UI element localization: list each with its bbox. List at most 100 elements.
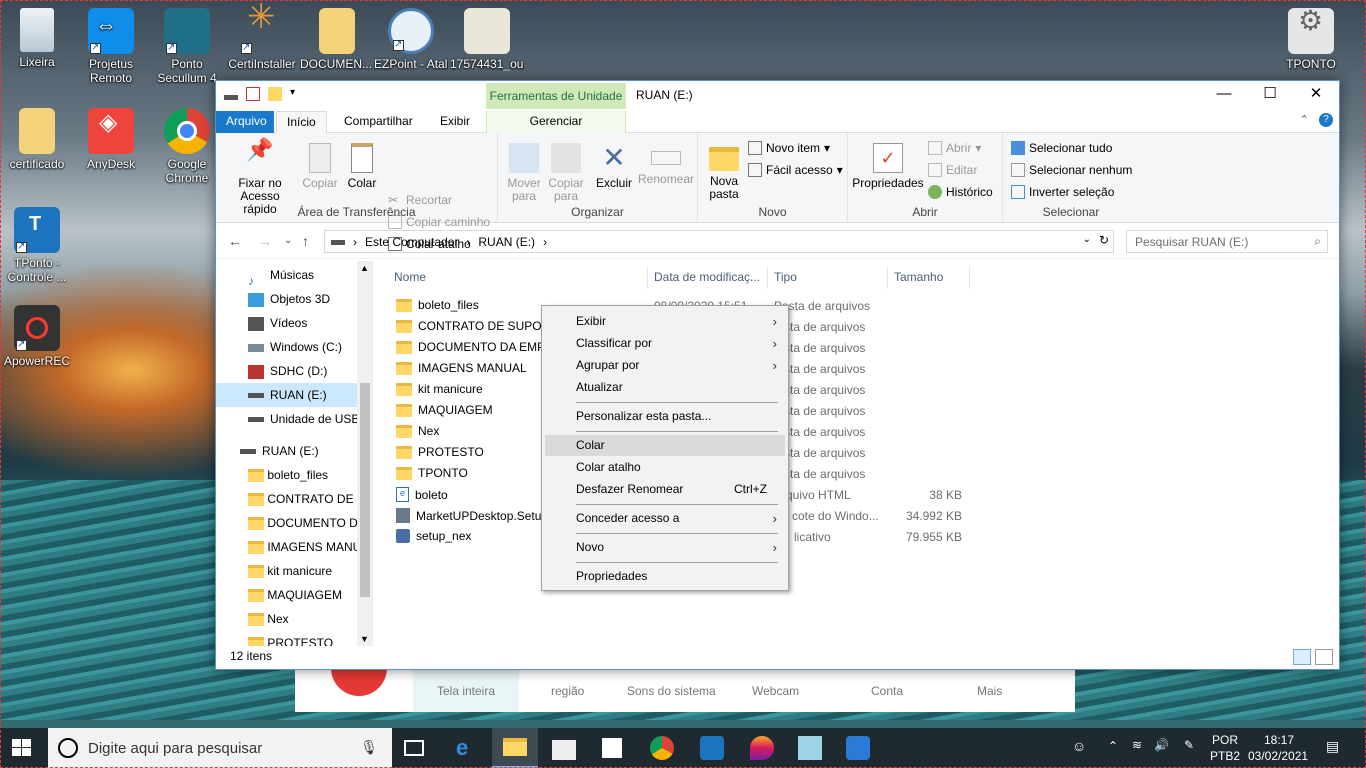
desktop-icon-ezpoint[interactable]: EZPoint - Atali... [374, 8, 448, 71]
sticky-notes-icon[interactable] [602, 738, 622, 758]
tponto-taskbar-icon[interactable] [700, 736, 724, 760]
desktop-icon-certificado[interactable]: certificado [0, 108, 74, 171]
clock-time[interactable]: 18:17 [1264, 733, 1294, 747]
address-dropdown-icon[interactable]: ⌄ [1083, 234, 1091, 245]
large-icons-view-icon[interactable] [1315, 649, 1333, 665]
app-icon[interactable] [798, 736, 822, 760]
column-date[interactable]: Data de modificaç... [648, 267, 768, 289]
volume-icon[interactable]: 🔊 [1154, 738, 1169, 752]
nav-item-videos[interactable]: Vídeos [216, 311, 371, 335]
pen-icon[interactable]: ✎ [1184, 738, 1194, 752]
close-button[interactable]: ✕ [1293, 81, 1339, 109]
easy-access-button[interactable]: Fácil acesso ▾ [748, 163, 843, 177]
tab-gerenciar[interactable]: Gerenciar [486, 111, 626, 133]
network-icon[interactable]: ≋ [1132, 738, 1142, 752]
desktop-icon-documento[interactable]: DOCUMEN... NEGOCIA... [300, 8, 374, 71]
navpane-scrollbar[interactable]: ▲ ▼ [357, 261, 373, 646]
taskbar-search-input[interactable]: Digite aqui para pesquisar 🎙 [48, 728, 392, 768]
desktop-icon-anydesk[interactable]: ◈ AnyDesk [74, 108, 148, 171]
store-icon[interactable] [552, 740, 576, 760]
crumb-este-computador[interactable]: Este Computador [365, 235, 458, 249]
menu-item-colar[interactable]: Colar [545, 435, 785, 456]
desktop-icon-google-chrome[interactable]: Google Chrome [150, 108, 224, 185]
scroll-down-icon[interactable]: ▼ [360, 634, 369, 644]
windows-start-icon[interactable] [12, 739, 32, 757]
select-none-button[interactable]: Selecionar nenhum [1011, 163, 1132, 177]
crumb-ruan[interactable]: RUAN (E:) [478, 235, 535, 249]
new-folder-button[interactable]: Nova pasta [704, 139, 744, 201]
nav-item-objetos-3d[interactable]: Objetos 3D [216, 287, 371, 311]
menu-item-novo[interactable]: Novo › [545, 537, 785, 558]
nav-item-protesto[interactable]: PROTESTO [216, 631, 371, 646]
action-center-icon[interactable]: ▤ [1326, 738, 1339, 755]
forward-icon[interactable]: → [258, 233, 272, 249]
scroll-thumb[interactable] [360, 383, 370, 597]
column-type[interactable]: Tipo [768, 267, 888, 289]
nav-item-windows-c[interactable]: Windows (C:) [216, 335, 371, 359]
menu-item-colar-atalho[interactable]: Colar atalho [545, 457, 785, 478]
delete-button[interactable]: ✕ Excluir [594, 139, 634, 190]
properties-qat-icon[interactable] [246, 87, 260, 101]
people-icon[interactable]: ☺ [1072, 738, 1086, 754]
keyboard-layout[interactable]: PTB2 [1210, 749, 1240, 763]
clock-date[interactable]: 03/02/2021 [1248, 749, 1308, 763]
desktop-icon-lixeira[interactable]: Lixeira [0, 8, 74, 69]
search-input[interactable]: Pesquisar RUAN (E:) ⌕ [1126, 230, 1328, 253]
desktop-icon-apowerrec[interactable]: ApowerREC [0, 305, 74, 368]
open-button[interactable]: Abrir ▾ [928, 141, 981, 155]
move-to-button[interactable]: Mover para [504, 139, 544, 203]
column-size[interactable]: Tamanho [888, 267, 970, 289]
desktop-icon-tponto-controle[interactable]: T TPonto - Controle ... [0, 207, 74, 284]
collapse-ribbon-icon[interactable]: ⌃ [1300, 113, 1309, 126]
back-icon[interactable]: ← [228, 233, 242, 249]
task-view-icon[interactable] [404, 740, 424, 756]
minimize-button[interactable]: — [1201, 81, 1247, 109]
nav-item-ruan-e[interactable]: RUAN (E:) [216, 383, 371, 407]
help-icon[interactable]: ? [1319, 113, 1333, 127]
chrome-taskbar-icon[interactable] [650, 736, 674, 760]
maximize-button[interactable]: ☐ [1247, 81, 1293, 109]
nav-item-documento[interactable]: DOCUMENTO DA [216, 511, 371, 535]
desktop-icon-17574431-out[interactable]: 17574431_out [450, 8, 524, 71]
recorder-more[interactable]: Mais [977, 684, 1002, 698]
menu-item-classificar[interactable]: Classificar por › [545, 333, 785, 354]
nav-item-musicas[interactable]: ♪ Músicas [216, 263, 371, 287]
copy-button[interactable]: Copiar [300, 139, 340, 190]
paste-button[interactable]: Colar [344, 139, 380, 190]
recorder-webcam[interactable]: Webcam [752, 684, 799, 698]
invert-selection-button[interactable]: Inverter seleção [1011, 185, 1114, 199]
properties-button[interactable]: ✓ Propriedades [852, 139, 924, 190]
history-button[interactable]: Histórico [928, 185, 993, 199]
nav-item-sdhc-d[interactable]: SDHC (D:) [216, 359, 371, 383]
tab-arquivo[interactable]: Arquivo [216, 111, 274, 133]
new-item-button[interactable]: Novo item ▾ [748, 141, 830, 155]
edge-icon[interactable]: e [456, 736, 480, 760]
nav-item-boleto-files[interactable]: boleto_files [216, 463, 371, 487]
recorder-system-sound[interactable]: Sons do sistema [627, 684, 716, 698]
language-indicator[interactable]: POR [1212, 733, 1238, 747]
nav-item-nex[interactable]: Nex [216, 607, 371, 631]
menu-item-propriedades[interactable]: Propriedades [545, 566, 785, 587]
nav-item-imagens[interactable]: IMAGENS MANU [216, 535, 371, 559]
nav-item-maquiagem[interactable]: MAQUIAGEM [216, 583, 371, 607]
nav-item-contrato[interactable]: CONTRATO DE S [216, 487, 371, 511]
tab-inicio[interactable]: Início [276, 111, 327, 133]
desktop-icon-ponto-secullum[interactable]: Ponto Secullum 4 [150, 8, 224, 85]
recorder-region[interactable]: região [551, 684, 584, 698]
apowerrec-taskbar-icon[interactable] [846, 736, 870, 760]
microphone-icon[interactable]: 🎙 [360, 739, 378, 756]
nav-item-ruan-e-root[interactable]: RUAN (E:) [216, 439, 371, 463]
paint-drop-icon[interactable] [750, 736, 774, 760]
refresh-icon[interactable]: ↻ [1099, 233, 1109, 247]
show-hidden-icons[interactable]: ⌃ [1108, 739, 1118, 753]
menu-item-conceder-acesso[interactable]: Conceder acesso a › [545, 508, 785, 529]
menu-item-desfazer[interactable]: Desfazer Renomear Ctrl+Z [545, 479, 785, 500]
menu-item-atualizar[interactable]: Atualizar [545, 377, 785, 398]
tab-compartilhar[interactable]: Compartilhar [334, 111, 423, 133]
scroll-up-icon[interactable]: ▲ [360, 263, 369, 273]
qat-dropdown-icon[interactable]: ▾ [290, 87, 304, 101]
desktop-icon-certiinstaller[interactable]: ✳ CertiInstaller [225, 0, 299, 71]
rename-button[interactable]: Renomear [638, 139, 694, 186]
tab-exibir[interactable]: Exibir [430, 111, 480, 133]
up-icon[interactable]: ↑ [302, 233, 309, 249]
